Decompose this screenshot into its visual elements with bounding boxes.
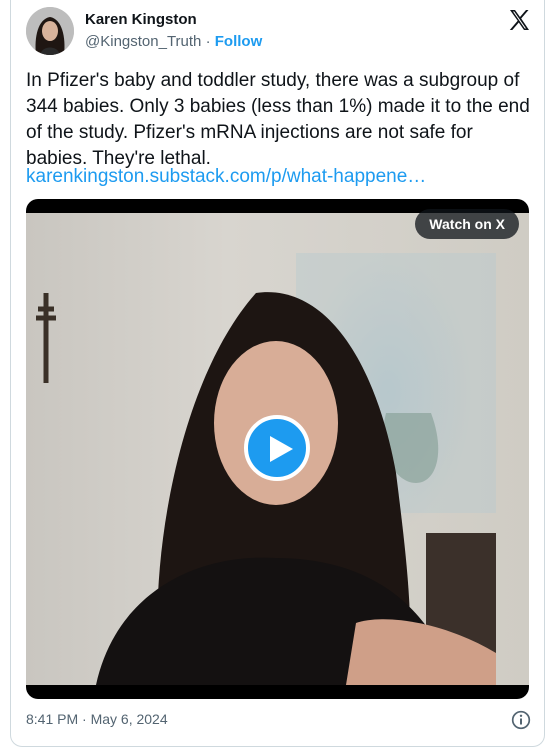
follow-button[interactable]: Follow (215, 33, 263, 50)
avatar[interactable] (26, 7, 74, 55)
tweet-card: Karen Kingston @Kingston_Truth · Follow … (10, 0, 545, 747)
author-handle-row: @Kingston_Truth · Follow (85, 33, 262, 50)
play-icon (270, 436, 293, 462)
video-player[interactable]: Watch on X (26, 199, 529, 699)
avatar-portrait (26, 7, 74, 55)
tweet-text: In Pfizer's baby and toddler study, ther… (26, 70, 530, 169)
info-icon[interactable] (511, 710, 531, 730)
author-name[interactable]: Karen Kingston (85, 11, 197, 28)
tweet-link[interactable]: karenkingston.substack.com/p/what-happen… (26, 164, 426, 190)
separator-dot: · (205, 33, 211, 50)
author-handle[interactable]: @Kingston_Truth (85, 33, 201, 50)
x-logo-icon[interactable] (507, 8, 531, 32)
tweet-timestamp[interactable]: 8:41 PM · May 6, 2024 (26, 711, 168, 727)
watch-on-x-button[interactable]: Watch on X (415, 209, 519, 239)
play-button[interactable] (244, 415, 310, 481)
